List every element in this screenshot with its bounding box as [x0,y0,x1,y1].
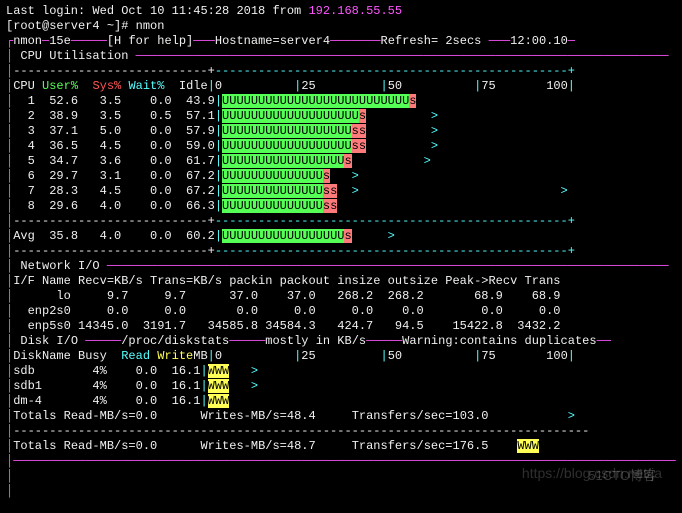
cpu-avg-row: │Avg 35.8 4.0 0.0 60.2|UUUUUUUUUUUUUUUUU… [6,229,676,244]
disk-rows: │sdb 4% 0.0 16.1|WWW >│sdb1 4% 0.0 16.1|… [6,364,676,409]
prompt-line[interactable]: [root@server4 ~]# nmon [6,19,676,34]
cpu-row: │ 3 37.1 5.0 0.0 57.9|UUUUUUUUUUUUUUUUUU… [6,124,676,139]
cpu-row: │ 8 29.6 4.0 0.0 66.3|UUUUUUUUUUUUUUss [6,199,676,214]
cpu-columns: │CPU User% Sys% Wait% Idle|0 |25 |50 |75… [6,79,676,94]
disk-row: │sdb1 4% 0.0 16.1|WWW > [6,379,676,394]
section-cpu: │ CPU Utilisation ──────────────────────… [6,49,676,64]
section-disk: │ Disk I/O ─────/proc/diskstats─────most… [6,334,676,349]
nmon-header: ┌nmon─15e─────[H for help]───Hostname=se… [6,34,676,49]
net-row: │ lo 9.7 9.7 37.0 37.0 268.2 268.2 68.9 … [6,289,676,304]
cpu-row: │ 1 52.6 3.5 0.0 43.9|UUUUUUUUUUUUUUUUUU… [6,94,676,109]
net-rows: │ lo 9.7 9.7 37.0 37.0 268.2 268.2 68.9 … [6,289,676,334]
cpu-row: │ 2 38.9 3.5 0.5 57.1|UUUUUUUUUUUUUUUUUU… [6,109,676,124]
cpu-rows: │ 1 52.6 3.5 0.0 43.9|UUUUUUUUUUUUUUUUUU… [6,94,676,214]
cpu-row: │ 6 29.7 3.1 0.0 67.2|UUUUUUUUUUUUUUs > [6,169,676,184]
blank-2: │ [6,484,676,499]
disk-dashes-bot: │───────────────────────────────────────… [6,454,676,469]
disk-totals-2: │Totals Read-MB/s=0.0 Writes-MB/s=48.7 T… [6,439,676,454]
cpu-row: │ 7 28.3 4.5 0.0 67.2|UUUUUUUUUUUUUUss >… [6,184,676,199]
disk-row: │sdb 4% 0.0 16.1|WWW > [6,364,676,379]
cpu-dashes-mid: │---------------------------+-----------… [6,214,676,229]
cpu-row: │ 4 36.5 4.5 0.0 59.0|UUUUUUUUUUUUUUUUUU… [6,139,676,154]
net-header: │I/F Name Recv=KB/s Trans=KB/s packin pa… [6,274,676,289]
section-net: │ Network I/O ──────────────────────────… [6,259,676,274]
cpu-dashes-bot: │---------------------------+-----------… [6,244,676,259]
disk-columns: │DiskName Busy Read WriteMB|0 |25 |50 |7… [6,349,676,364]
cpu-avg: │Avg 35.8 4.0 0.0 60.2|UUUUUUUUUUUUUUUUU… [6,229,676,244]
cpu-row: │ 5 34.7 3.6 0.0 61.7|UUUUUUUUUUUUUUUUUs… [6,154,676,169]
disk-row: │dm-4 4% 0.0 16.1|WWW [6,394,676,409]
terminal[interactable]: Last login: Wed Oct 10 11:45:28 2018 fro… [6,4,676,499]
blank-1: │ [6,469,676,484]
net-row: │ enp5s0 14345.0 3191.7 34585.8 34584.3 … [6,319,676,334]
disk-totals-1: │Totals Read-MB/s=0.0 Writes-MB/s=48.4 T… [6,409,676,424]
disk-dashes-mid: │---------------------------------------… [6,424,676,439]
last-login: Last login: Wed Oct 10 11:45:28 2018 fro… [6,4,676,19]
cpu-dashes-top: │---------------------------+-----------… [6,64,676,79]
net-row: │ enp2s0 0.0 0.0 0.0 0.0 0.0 0.0 0.0 0.0 [6,304,676,319]
